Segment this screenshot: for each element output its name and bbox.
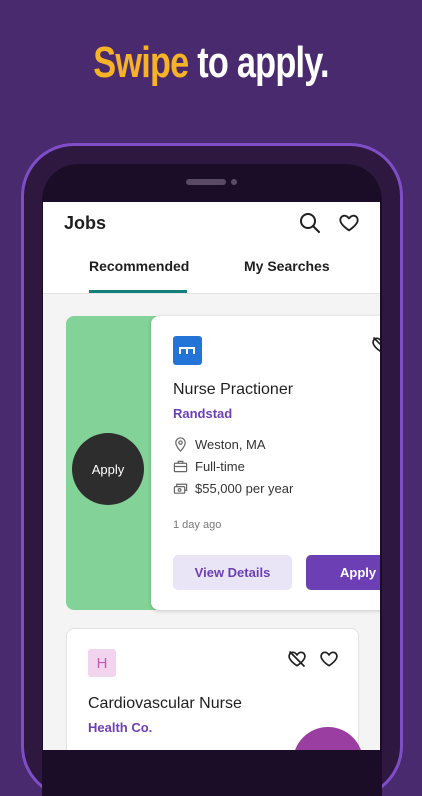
briefcase-icon: [173, 460, 188, 473]
page-title: Jobs: [64, 213, 107, 233]
job-salary: $55,000 per year: [173, 481, 293, 496]
location-pin-icon: [175, 437, 186, 452]
headline-accent: Swipe: [93, 38, 189, 87]
app-screen: Jobs Recommended My Searches Apply Nurse…: [43, 202, 380, 750]
posted-time: 1 day ago: [173, 519, 222, 531]
money-icon: [173, 483, 188, 494]
swipe-apply-button[interactable]: Apply: [72, 433, 144, 505]
hide-job-icon[interactable]: [287, 649, 307, 669]
job-title[interactable]: Cardiovascular Nurse: [88, 695, 242, 713]
headline-rest: to apply.: [197, 38, 329, 87]
heart-icon[interactable]: [319, 649, 339, 669]
job-type-text: Full-time: [195, 459, 245, 474]
tab-recommended[interactable]: Recommended: [89, 258, 189, 274]
salary-text: $55,000 per year: [195, 481, 294, 496]
apply-button[interactable]: Apply: [306, 555, 380, 590]
job-location: Weston, MA: [173, 437, 266, 452]
randstad-logo-icon: [173, 336, 202, 365]
promo-headline: Swipe to apply.: [46, 38, 375, 88]
view-details-button[interactable]: View Details: [173, 555, 292, 590]
company-logo: H: [88, 649, 116, 677]
job-card[interactable]: Nurse Practioner Randstad Weston, MA Ful…: [151, 316, 380, 610]
tab-my-searches[interactable]: My Searches: [244, 258, 330, 274]
hide-job-icon[interactable]: [371, 335, 380, 355]
phone-camera: [231, 179, 237, 185]
job-type: Full-time: [173, 459, 245, 474]
company-name[interactable]: Health Co.: [88, 720, 152, 735]
heart-icon[interactable]: [338, 212, 360, 234]
tab-bar: Recommended My Searches: [43, 258, 380, 294]
search-icon[interactable]: [299, 212, 321, 234]
apply-button-label: Apply: [340, 565, 377, 580]
location-text: Weston, MA: [195, 437, 266, 452]
phone-speaker: [186, 179, 226, 185]
job-title[interactable]: Nurse Practioner: [173, 381, 293, 399]
company-name[interactable]: Randstad: [173, 406, 232, 421]
